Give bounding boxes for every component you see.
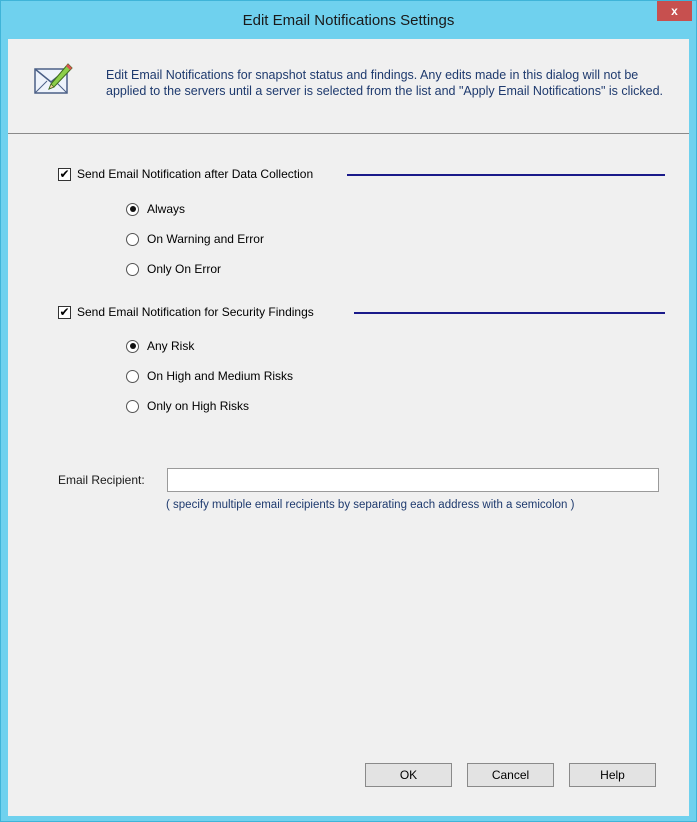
- radio-label: Only On Error: [147, 262, 222, 276]
- section-divider: [347, 174, 665, 176]
- data-collection-checkbox[interactable]: ✔: [58, 167, 71, 181]
- radio-button[interactable]: [126, 232, 139, 246]
- cancel-button[interactable]: Cancel: [467, 763, 554, 787]
- security-findings-checkbox-row[interactable]: ✔ Send Email Notification for Security F…: [58, 304, 314, 320]
- security-findings-checkbox[interactable]: ✔: [58, 305, 71, 319]
- section-divider: [354, 312, 665, 314]
- radio-label: Only on High Risks: [147, 399, 250, 413]
- radio-label: On Warning and Error: [147, 232, 264, 246]
- radio-only-on-error[interactable]: Only On Error: [126, 261, 221, 277]
- radio-any-risk[interactable]: Any Risk: [126, 338, 194, 354]
- help-button[interactable]: Help: [569, 763, 656, 787]
- checkmark-icon: ✔: [59, 167, 70, 181]
- radio-button[interactable]: [126, 369, 139, 383]
- email-recipient-hint: ( specify multiple email recipients by s…: [166, 499, 575, 511]
- window-title: Edit Email Notifications Settings: [242, 12, 455, 29]
- radio-label: Any Risk: [147, 339, 195, 353]
- data-collection-checkbox-row[interactable]: ✔ Send Email Notification after Data Col…: [58, 166, 313, 182]
- radio-button[interactable]: [126, 262, 139, 276]
- close-button[interactable]: x: [657, 1, 692, 21]
- close-icon: x: [671, 4, 678, 18]
- data-collection-label: Send Email Notification after Data Colle…: [77, 167, 314, 181]
- radio-button-selected[interactable]: [126, 339, 139, 353]
- radio-button[interactable]: [126, 399, 139, 413]
- dialog-window: Edit Email Notifications Settings x Edit…: [0, 0, 697, 822]
- radio-button-selected[interactable]: [126, 202, 139, 216]
- title-bar[interactable]: Edit Email Notifications Settings x: [1, 1, 696, 39]
- dialog-body: Edit Email Notifications for snapshot st…: [8, 39, 689, 816]
- ok-button[interactable]: OK: [365, 763, 452, 787]
- security-findings-label: Send Email Notification for Security Fin…: [77, 305, 314, 319]
- email-recipient-input[interactable]: [167, 468, 659, 492]
- header-description: Edit Email Notifications for snapshot st…: [106, 68, 664, 98]
- header-panel: Edit Email Notifications for snapshot st…: [8, 39, 689, 134]
- radio-always[interactable]: Always: [126, 201, 185, 217]
- radio-label: On High and Medium Risks: [147, 369, 294, 383]
- radio-on-warning-and-error[interactable]: On Warning and Error: [126, 231, 264, 247]
- email-recipient-label: Email Recipient:: [58, 473, 145, 487]
- checkmark-icon: ✔: [59, 305, 70, 319]
- envelope-pencil-icon: [34, 63, 73, 94]
- radio-on-high-and-medium-risks[interactable]: On High and Medium Risks: [126, 368, 293, 384]
- radio-only-on-high-risks[interactable]: Only on High Risks: [126, 398, 249, 414]
- radio-label: Always: [147, 202, 186, 216]
